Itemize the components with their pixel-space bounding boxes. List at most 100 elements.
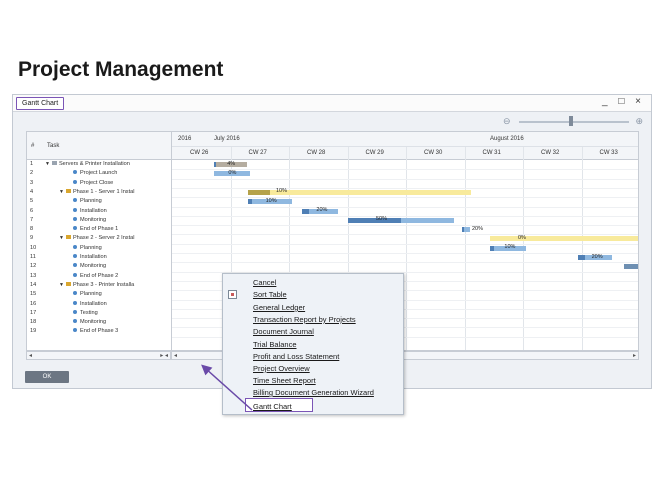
expand-icon[interactable]: ▼	[59, 234, 64, 243]
gantt-bar-label: 0%	[518, 234, 526, 241]
menu-item[interactable]: Project Overview	[253, 364, 310, 373]
row-gridline	[172, 187, 638, 189]
week-gridline	[406, 147, 407, 350]
table-row[interactable]: 7 Monitoring	[27, 216, 172, 225]
scroll-right-icon[interactable]: ▸ ◂	[160, 352, 168, 359]
row-gridline	[172, 178, 638, 180]
row-number: 9	[30, 235, 34, 242]
expand-icon[interactable]: ▼	[45, 160, 50, 169]
task-title-text: Planning	[80, 244, 102, 251]
timeline-header: 2016 July 2016 August 2016 CW 26 CW 27 CW …	[172, 132, 638, 160]
task-title-text: Phase 2 - Server 2 Instal	[72, 235, 135, 242]
task-title: Testing	[73, 309, 98, 318]
row-gridline	[172, 234, 638, 236]
col-header-task[interactable]: Task	[47, 143, 59, 149]
row-number: 4	[30, 188, 34, 195]
gantt-bar[interactable]	[624, 264, 638, 270]
gantt-bar[interactable]	[490, 236, 638, 242]
table-row[interactable]: 9 ▼ Phase 2 - Server 2 Instal	[27, 234, 172, 243]
task-title: End of Phase 2	[73, 272, 118, 281]
task-title-text: Servers & Printer Installation	[58, 161, 130, 167]
menu-item[interactable]: Sort Table	[253, 290, 287, 299]
table-row[interactable]: 11 Installation	[27, 253, 172, 262]
row-number: 6	[30, 207, 34, 214]
menu-item[interactable]: Cancel	[253, 278, 276, 287]
scroll-left-icon[interactable]: ◂	[29, 352, 32, 359]
zoom-slider[interactable]: ⊖ ⊕	[503, 116, 643, 127]
ok-button[interactable]: OK	[25, 371, 69, 383]
week-label: CW 27	[248, 150, 267, 156]
year-label: 2016	[178, 136, 192, 142]
task-list-scrollbar[interactable]: ◂ ▸ ◂	[26, 351, 171, 360]
menu-item[interactable]: Transaction Report by Projects	[253, 315, 356, 324]
folder-icon	[65, 281, 71, 286]
task-bullet-icon	[73, 272, 77, 277]
expand-icon[interactable]: ▼	[59, 281, 64, 290]
table-row[interactable]: 13 End of Phase 2	[27, 272, 172, 281]
row-number: 5	[30, 198, 34, 205]
task-title: ▼ Phase 1 - Server 1 Instal	[59, 188, 135, 197]
task-title: Project Launch	[73, 169, 117, 178]
menu-item[interactable]: General Ledger	[253, 303, 305, 312]
table-row[interactable]: 17 Testing	[27, 309, 172, 318]
table-row[interactable]: 5 Planning	[27, 197, 172, 206]
table-row[interactable]: 16 Installation	[27, 300, 172, 309]
menu-item[interactable]: Billing Document Generation Wizard	[253, 388, 374, 397]
zoom-in-icon[interactable]: ⊕	[635, 116, 643, 127]
menu-item[interactable]: Document Journal	[253, 327, 314, 336]
row-number: 15	[30, 291, 37, 298]
week-label: CW 30	[424, 150, 443, 156]
table-row[interactable]: 1 ▼ Servers & Printer Installation	[27, 160, 172, 169]
row-number: 8	[30, 226, 34, 233]
folder-icon	[65, 235, 71, 240]
row-number: 18	[30, 319, 37, 326]
row-number: 10	[30, 244, 37, 251]
month-label-july: July 2016	[214, 136, 240, 142]
menu-item-gantt-chart[interactable]: Gantt Chart	[253, 402, 292, 411]
task-title-text: End of Phase 3	[80, 328, 119, 335]
task-bullet-icon	[73, 291, 77, 296]
task-bullet-icon	[73, 254, 77, 258]
gantt-bar-progress	[462, 227, 464, 233]
expand-icon[interactable]: ▼	[59, 188, 64, 197]
table-row[interactable]: 6 Installation	[27, 207, 172, 216]
table-row[interactable]: 2 Project Launch	[27, 169, 172, 178]
task-title-text: Installation	[80, 254, 107, 260]
folder-icon	[65, 188, 71, 193]
menu-item[interactable]: Trial Balance	[253, 340, 297, 349]
row-gridline	[172, 243, 638, 245]
task-title: End of Phase 1	[73, 225, 118, 234]
page-title: Project Management	[18, 58, 224, 81]
table-row[interactable]: 14 ▼ Phase 3 - Printer Installa	[27, 281, 172, 290]
table-row[interactable]: 19 End of Phase 3	[27, 327, 172, 336]
scroll-left-icon[interactable]: ◂	[174, 352, 177, 359]
col-header-num[interactable]: #	[31, 143, 34, 149]
window-controls[interactable]: _ □ ×	[602, 96, 645, 107]
menu-item[interactable]: Profit and Loss Statement	[253, 352, 339, 361]
table-row[interactable]: 18 Monitoring	[27, 318, 172, 327]
menu-item[interactable]: Time Sheet Report	[253, 376, 316, 385]
row-gridline	[172, 169, 638, 171]
table-row[interactable]: 4 ▼ Phase 1 - Server 1 Instal	[27, 188, 172, 197]
task-title: Monitoring	[73, 318, 106, 327]
table-row[interactable]: 8 End of Phase 1	[27, 225, 172, 234]
table-row[interactable]: 10 Planning	[27, 244, 172, 253]
table-row[interactable]: 3 Project Close	[27, 179, 172, 188]
row-number: 3	[30, 179, 34, 186]
week-label: CW 28	[307, 150, 326, 156]
zoom-thumb[interactable]	[569, 116, 573, 126]
task-title-text: Phase 3 - Printer Installa	[72, 281, 135, 288]
table-row[interactable]: 12 Monitoring	[27, 262, 172, 271]
window-title: Gantt Chart	[16, 97, 65, 110]
scroll-right-icon[interactable]: ▸	[633, 352, 636, 359]
table-row[interactable]: 15 Planning	[27, 290, 172, 299]
gantt-bar-progress	[302, 208, 310, 214]
task-title-text: Phase 1 - Server 1 Instal	[72, 188, 135, 195]
zoom-out-icon[interactable]: ⊖	[503, 116, 511, 127]
task-title: Planning	[73, 197, 102, 206]
week-gridline	[464, 147, 466, 350]
task-title-text: Project Launch	[80, 170, 118, 177]
sort-table-icon	[228, 290, 237, 299]
row-number: 1	[30, 161, 34, 167]
zoom-track[interactable]	[519, 121, 629, 123]
